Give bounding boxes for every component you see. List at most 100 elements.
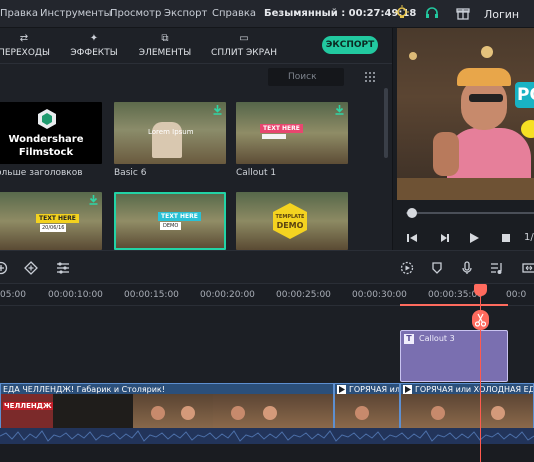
elements-icon: ⧉	[161, 33, 169, 44]
step-back-icon[interactable]	[406, 232, 418, 244]
fit-timeline-icon[interactable]	[522, 261, 534, 275]
clip-title: ГОРЯЧАЯ или ХОЛОДНАЯ ЕДА Ч	[415, 385, 533, 394]
preview-progress-handle[interactable]	[407, 208, 417, 218]
filmstock-logo-icon	[38, 109, 56, 129]
preview-time-fragment: 1/	[524, 232, 534, 243]
person-glasses	[469, 94, 503, 102]
card-caption: Callout 1	[236, 168, 277, 178]
preview-progress-track[interactable]	[406, 212, 534, 214]
play-frame-icon[interactable]	[438, 232, 450, 244]
card-caption: Basic 6	[114, 168, 147, 178]
scissors-icon	[475, 313, 486, 327]
clip-title: ЕДА ЧЕЛЛЕНДЖ! Габарик и Столярик!	[3, 385, 165, 394]
callout-title-clip[interactable]: T Callout 3	[400, 330, 508, 382]
card-overlay-text: Lorem Ipsum	[148, 128, 194, 136]
clip-thumbnail	[53, 394, 133, 430]
play-icon[interactable]	[468, 232, 480, 244]
tab-split-screen[interactable]: ▭ СПЛИТ ЭКРАН	[210, 33, 278, 61]
clip-thumbnail	[1, 394, 53, 430]
download-icon[interactable]	[335, 105, 344, 115]
shield-icon[interactable]	[430, 261, 444, 275]
gift-icon[interactable]	[455, 5, 471, 21]
thumb-face	[231, 406, 245, 420]
download-icon[interactable]	[89, 195, 98, 205]
stop-icon[interactable]	[500, 232, 512, 244]
ruler-tick: 05:00	[0, 290, 26, 300]
filmstock-caption: ольше заголовков	[0, 168, 83, 178]
menu-bar: Правка Инструменты Просмотр Экспорт Спра…	[0, 0, 534, 28]
thumb-face	[431, 406, 445, 420]
thumb-bar	[262, 134, 286, 139]
card-overlay-demo: DEMO	[276, 221, 304, 230]
library-scrollbar[interactable]	[384, 88, 388, 158]
ruler-tick: 00:00:25:00	[276, 290, 331, 300]
waveform-graphic	[0, 430, 534, 442]
grid-view-icon[interactable]	[364, 71, 376, 83]
clip-thumbnail	[133, 394, 213, 430]
transitions-icon: ⇄	[19, 33, 29, 44]
card-overlay-demo: DEMO	[160, 222, 182, 230]
thumb-face	[263, 406, 277, 420]
effects-icon: ✦	[89, 33, 99, 44]
render-icon[interactable]	[400, 261, 414, 275]
timeline-toolbar	[0, 250, 534, 284]
callout-overlay-text[interactable]: PO	[515, 82, 534, 108]
filmstock-line1: Wondershare	[8, 134, 84, 145]
title-card-basic-6[interactable]: Lorem Ipsum	[114, 102, 226, 164]
card-overlay-text: TEXT HERE	[158, 212, 201, 221]
play-icon	[339, 386, 345, 393]
ruler-tick: 00:00:10:00	[48, 290, 103, 300]
menu-help[interactable]: Справка	[212, 8, 256, 19]
filmstock-line2: Filmstock	[18, 147, 74, 158]
thumb-overlay-text: ЧЕЛЛЕНДЖ	[3, 402, 53, 410]
title-type-icon: T	[404, 334, 414, 344]
title-card-row2-3[interactable]: TEMPLATE DEMO	[236, 192, 348, 250]
export-button[interactable]: ЭКСПОРТ	[322, 36, 378, 54]
card-overlay-text: TEXT HERE	[260, 124, 303, 133]
thumb-face	[491, 406, 505, 420]
tab-elements[interactable]: ⧉ ЭЛЕМЕНТЫ	[136, 33, 194, 61]
login-button[interactable]: Логин	[484, 8, 519, 21]
title-card-callout-1[interactable]: TEXT HERE	[236, 102, 348, 164]
clip-thumbnail	[401, 394, 533, 430]
clip-title: ГОРЯЧАЯ или	[349, 385, 400, 394]
person-cap	[457, 68, 511, 86]
search-input[interactable]: Поиск	[268, 68, 344, 86]
menu-edit[interactable]: Правка	[0, 8, 38, 19]
timeline-footer	[0, 444, 534, 462]
playhead-split-button[interactable]	[472, 310, 489, 330]
card-overlay-template: TEMPLATE	[275, 214, 305, 220]
menu-export[interactable]: Экспорт	[164, 8, 207, 19]
playhead-handle[interactable]	[474, 284, 487, 296]
voiceover-list-icon[interactable]	[490, 261, 504, 275]
bulb-icon[interactable]	[394, 5, 410, 21]
ruler-tick: 00:00:15:00	[124, 290, 179, 300]
library-tabs: ⇄ ПЕРЕХОДЫ ✦ ЭФФЕКТЫ ⧉ ЭЛЕМЕНТЫ ▭ СПЛИТ …	[0, 28, 392, 64]
clip-thumbnail	[293, 394, 333, 430]
add-track-icon[interactable]	[0, 261, 8, 275]
thumb-face	[151, 406, 165, 420]
filmstock-card[interactable]: Wondershare Filmstock	[0, 102, 102, 164]
marker-icon[interactable]	[24, 261, 38, 275]
table	[397, 178, 534, 200]
headset-icon[interactable]	[424, 5, 440, 21]
media-library: ⇄ ПЕРЕХОДЫ ✦ ЭФФЕКТЫ ⧉ ЭЛЕМЕНТЫ ▭ СПЛИТ …	[0, 28, 392, 250]
clip-label: Callout 3	[419, 334, 455, 343]
ruler-tick: 00:00:30:00	[352, 290, 407, 300]
lamp-light	[409, 52, 417, 60]
timeline-ruler[interactable]: 05:00 00:00:10:00 00:00:15:00 00:00:20:0…	[0, 284, 534, 306]
title-card-row2-2-selected[interactable]: TEXT HERE DEMO	[114, 192, 226, 250]
person-arm	[433, 132, 459, 176]
menu-view[interactable]: Просмотр	[110, 8, 161, 19]
tab-effects[interactable]: ✦ ЭФФЕКТЫ	[68, 33, 120, 61]
card-overlay-date: 20/06/16	[40, 224, 67, 232]
menu-tools[interactable]: Инструменты	[40, 8, 112, 19]
microphone-icon[interactable]	[460, 261, 474, 275]
adjust-icon[interactable]	[56, 261, 70, 275]
download-icon[interactable]	[213, 105, 222, 115]
ruler-tick: 00:0	[506, 290, 527, 300]
audio-waveform[interactable]	[0, 428, 534, 444]
title-card-row2-1[interactable]: TEXT HERE 20/06/16	[0, 192, 102, 250]
tab-transitions[interactable]: ⇄ ПЕРЕХОДЫ	[0, 33, 52, 61]
preview-video[interactable]: PO	[397, 28, 534, 200]
